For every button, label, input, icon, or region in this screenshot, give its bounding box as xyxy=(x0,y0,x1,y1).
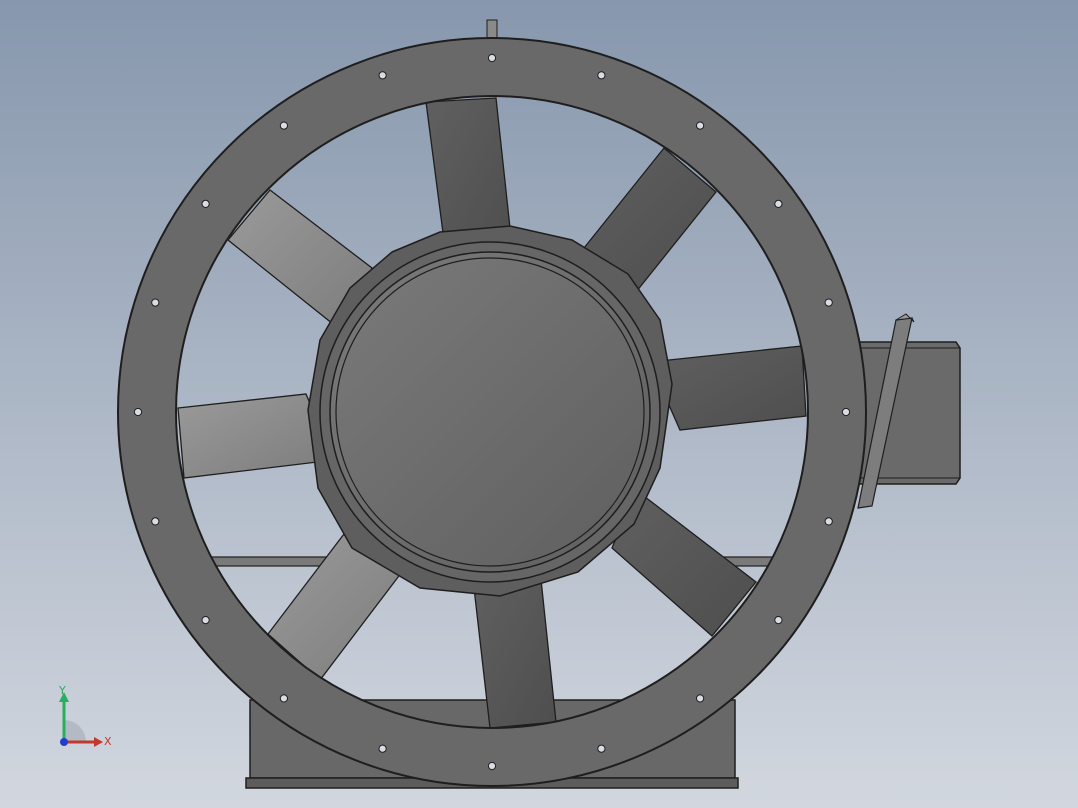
x-axis-arrow xyxy=(94,737,103,747)
bolt-hole xyxy=(378,71,387,80)
graphics-viewport[interactable]: Y X xyxy=(0,0,1078,808)
bolt-hole xyxy=(824,298,833,307)
bolt-hole xyxy=(774,616,783,625)
bolt-hole xyxy=(696,121,705,130)
bolt-hole xyxy=(774,199,783,208)
bolt-hole xyxy=(841,407,851,417)
motor-box xyxy=(857,313,961,509)
bolt-hole xyxy=(279,121,288,130)
axis-triad: Y X xyxy=(58,684,112,748)
bolt-hole xyxy=(378,744,387,753)
bolt-hole xyxy=(151,517,160,526)
x-axis-label: X xyxy=(104,735,112,748)
bolt-hole xyxy=(133,407,143,417)
bolt-hole xyxy=(201,199,210,208)
bolt-hole xyxy=(487,53,497,63)
bolt-hole xyxy=(597,71,606,80)
bolt-hole xyxy=(696,694,705,703)
y-axis-label: Y xyxy=(58,684,66,697)
bolt-hole xyxy=(151,298,160,307)
bolt-hole xyxy=(597,744,606,753)
fan-model-view[interactable] xyxy=(0,0,1078,808)
z-axis-dot xyxy=(60,738,68,746)
bolt-hole xyxy=(487,761,497,771)
outer-ring xyxy=(117,37,867,787)
bolt-hole xyxy=(201,616,210,625)
bolt-hole xyxy=(824,517,833,526)
bolt-hole xyxy=(279,694,288,703)
